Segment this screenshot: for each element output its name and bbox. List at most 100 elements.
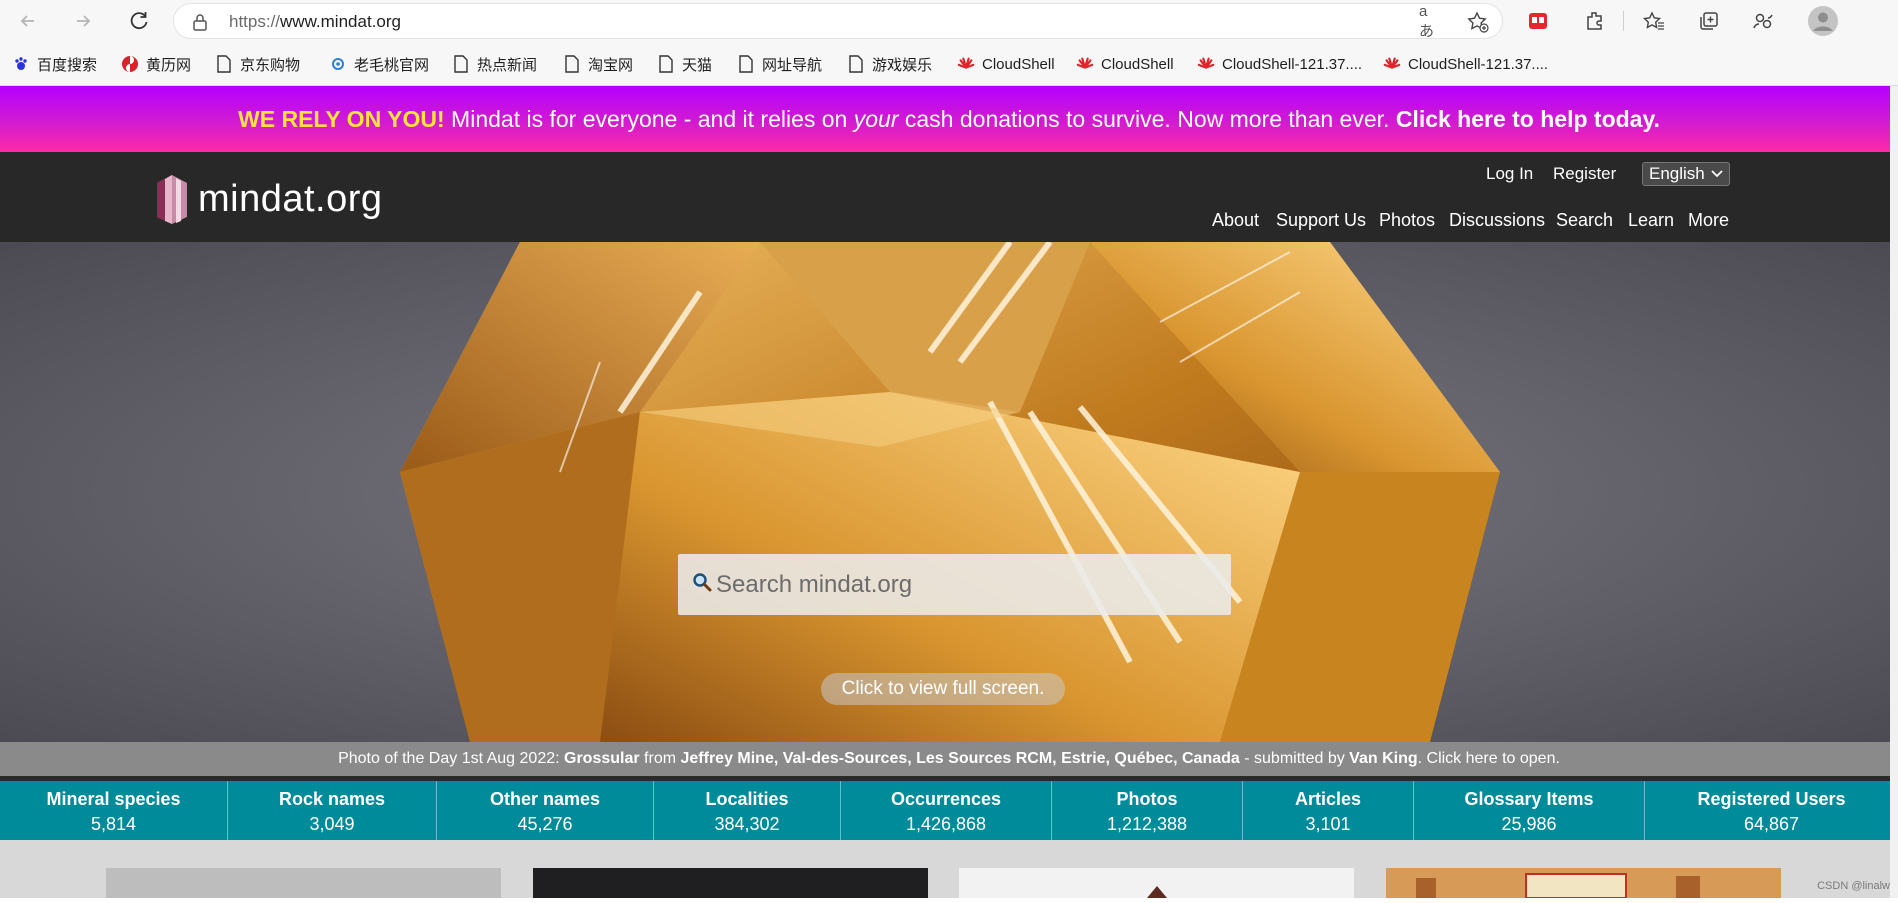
featured-thumbnail[interactable] xyxy=(1386,868,1781,899)
address-bar[interactable]: https://www.mindat.org aあ xyxy=(173,3,1503,40)
add-favorite-icon[interactable] xyxy=(1467,11,1489,33)
stat-articles[interactable]: Articles 3,101 xyxy=(1243,781,1414,840)
donation-banner-text: WE RELY ON YOU! Mindat is for everyone -… xyxy=(0,106,1898,133)
stat-value: 1,426,868 xyxy=(905,814,987,834)
lock-icon xyxy=(192,13,208,36)
huawei-icon xyxy=(1076,55,1094,73)
nav-support-us[interactable]: Support Us xyxy=(1276,210,1366,231)
nav-search[interactable]: Search xyxy=(1556,210,1613,231)
bookmark-item[interactable]: CloudShell xyxy=(1076,52,1174,76)
stat-label: Rock names xyxy=(278,789,386,809)
stat-label: Other names xyxy=(489,789,601,809)
page-icon xyxy=(737,55,755,73)
featured-thumbnail[interactable] xyxy=(106,868,501,898)
stat-label: Articles xyxy=(1294,789,1362,809)
bookmark-item[interactable]: CloudShell xyxy=(957,52,1055,76)
bookmarks-bar: 百度搜索 黄历网 京东购物 老毛桃官网 热点新闻 淘宝网 天猫 网址导航 游戏娱… xyxy=(0,42,1898,86)
site-header: mindat.org Log In Register English About… xyxy=(0,152,1898,242)
bookmark-item[interactable]: 百度搜索 xyxy=(12,52,97,76)
favorites-icon[interactable] xyxy=(1640,7,1668,35)
bookmark-item[interactable]: 网址导航 xyxy=(737,52,822,76)
view-fullscreen-button[interactable]: Click to view full screen. xyxy=(821,673,1065,705)
photo-caption[interactable]: Photo of the Day 1st Aug 2022: Grossular… xyxy=(0,742,1898,776)
stat-label: Mineral species xyxy=(46,789,181,809)
bookmark-item[interactable]: 淘宝网 xyxy=(563,52,633,76)
stat-photos[interactable]: Photos 1,212,388 xyxy=(1052,781,1243,840)
watermark-text: CSDN @linalw xyxy=(1817,880,1890,892)
profile-sync-icon[interactable] xyxy=(1749,7,1777,35)
bookmark-item[interactable]: CloudShell-121.37.... xyxy=(1197,52,1362,76)
nav-learn[interactable]: Learn xyxy=(1628,210,1674,231)
nav-photos[interactable]: Photos xyxy=(1379,210,1435,231)
grossular-crystal-photo xyxy=(0,242,1898,742)
stat-value: 384,302 xyxy=(714,814,780,834)
browser-toolbar: https://www.mindat.org aあ xyxy=(0,0,1898,42)
caption-locality: Jeffrey Mine, Val-des-Sources, Les Sourc… xyxy=(680,750,1240,767)
stat-value: 25,986 xyxy=(1501,814,1557,834)
site-search-input[interactable]: Search mindat.org xyxy=(678,554,1231,615)
huawei-icon xyxy=(1197,55,1215,73)
stat-localities[interactable]: Localities 384,302 xyxy=(654,781,841,840)
bookmark-item[interactable]: 京东购物 xyxy=(215,52,300,76)
stat-registered-users[interactable]: Registered Users 64,867 xyxy=(1645,781,1898,840)
avatar[interactable] xyxy=(1808,6,1838,36)
forward-button[interactable] xyxy=(67,5,99,37)
huawei-icon xyxy=(1383,55,1401,73)
bookmark-label: 天猫 xyxy=(682,56,713,74)
banner-highlight: WE RELY ON YOU! xyxy=(238,106,445,132)
chevron-down-icon xyxy=(1711,170,1723,178)
url-text[interactable]: https://www.mindat.org xyxy=(229,12,401,32)
bookmark-label: 网址导航 xyxy=(762,56,823,74)
site-logo[interactable]: mindat.org xyxy=(152,174,383,224)
stat-other-names[interactable]: Other names 45,276 xyxy=(437,781,654,840)
register-link[interactable]: Register xyxy=(1553,164,1616,184)
stat-label: Localities xyxy=(705,789,789,809)
bookmark-item[interactable]: 游戏娱乐 xyxy=(847,52,932,76)
read-aloud-icon[interactable]: aあ xyxy=(1419,3,1441,40)
caption-author: Van King xyxy=(1349,750,1418,767)
bookmark-label: CloudShell xyxy=(1101,55,1174,73)
page-icon xyxy=(215,55,233,73)
extension-red-icon[interactable] xyxy=(1524,7,1552,35)
bookmark-item[interactable]: 黄历网 xyxy=(121,52,191,76)
nav-more[interactable]: More xyxy=(1688,210,1729,231)
caption-submitted: - submitted by xyxy=(1239,750,1350,767)
page-scrollbar[interactable] xyxy=(1890,86,1898,898)
bookmark-label: 游戏娱乐 xyxy=(872,56,933,74)
caption-suffix: . Click here to open. xyxy=(1417,750,1560,767)
banner-emphasis: your xyxy=(853,106,899,132)
user-avatar-icon xyxy=(1808,6,1838,36)
stat-value: 64,867 xyxy=(1743,814,1800,834)
url-scheme: https:// xyxy=(229,12,281,31)
page-icon xyxy=(563,55,581,73)
bookmark-label: 百度搜索 xyxy=(37,56,98,74)
stat-value: 3,101 xyxy=(1305,814,1351,834)
featured-thumbnail[interactable] xyxy=(533,868,928,898)
login-link[interactable]: Log In xyxy=(1486,164,1533,184)
bookmark-label: 淘宝网 xyxy=(588,56,634,74)
back-button[interactable] xyxy=(12,5,44,37)
stat-glossary-items[interactable]: Glossary Items 25,986 xyxy=(1414,781,1645,840)
bookmark-item[interactable]: 老毛桃官网 xyxy=(329,52,429,76)
refresh-button[interactable] xyxy=(123,5,155,37)
stat-rock-names[interactable]: Rock names 3,049 xyxy=(228,781,437,840)
collections-icon[interactable] xyxy=(1695,7,1723,35)
extensions-puzzle-icon[interactable] xyxy=(1581,7,1609,35)
bookmark-item[interactable]: 天猫 xyxy=(657,52,712,76)
nav-about[interactable]: About xyxy=(1212,210,1259,231)
huawei-icon xyxy=(957,55,975,73)
stat-label: Photos xyxy=(1116,789,1178,809)
photo-of-the-day-hero[interactable]: Search mindat.org Click to view full scr… xyxy=(0,242,1898,742)
featured-thumbnail[interactable] xyxy=(959,868,1354,898)
donate-link[interactable]: Click here to help today. xyxy=(1396,106,1660,132)
nav-discussions[interactable]: Discussions xyxy=(1449,210,1545,231)
page-icon xyxy=(452,55,470,73)
bookmark-item[interactable]: 热点新闻 xyxy=(452,52,537,76)
language-value: English xyxy=(1649,164,1705,183)
stat-mineral-species[interactable]: Mineral species 5,814 xyxy=(0,781,228,840)
language-select[interactable]: English xyxy=(1642,162,1730,186)
bookmark-label: 京东购物 xyxy=(240,56,301,74)
stat-occurrences[interactable]: Occurrences 1,426,868 xyxy=(841,781,1052,840)
donation-banner[interactable]: WE RELY ON YOU! Mindat is for everyone -… xyxy=(0,86,1898,152)
bookmark-item[interactable]: CloudShell-121.37.... xyxy=(1383,52,1548,76)
